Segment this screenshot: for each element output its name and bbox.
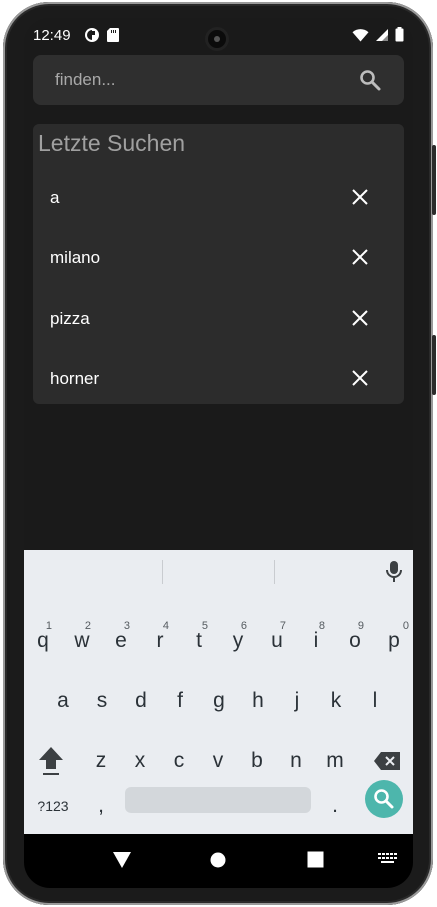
key-d[interactable]: d [122,676,160,726]
key-c[interactable]: c [160,736,198,786]
key-z[interactable]: z [82,736,120,786]
search-bar[interactable] [33,55,404,105]
suggestion-divider [274,560,275,584]
microphone-icon[interactable] [385,560,403,584]
suggestion-strip [24,550,413,592]
key-a[interactable]: a [44,676,82,726]
back-icon[interactable] [112,850,132,870]
backspace-icon [374,752,400,770]
key-n[interactable]: n [277,736,315,786]
navigation-bar [24,834,413,888]
key-b[interactable]: b [238,736,276,786]
sd-card-icon [107,28,119,42]
key-w[interactable]: w2 [63,616,101,666]
volume-button [432,335,436,395]
close-icon[interactable] [349,367,371,389]
key-v[interactable]: v [199,736,237,786]
recent-search-label[interactable]: a [50,188,59,208]
period-key[interactable]: . [320,790,350,822]
shift-key[interactable] [32,736,70,786]
recent-search-item[interactable]: horner [33,349,404,409]
recent-searches-title: Letzte Suchen [38,130,186,156]
key-k[interactable]: k [317,676,355,726]
keyboard-switch-icon[interactable] [378,853,398,867]
recent-search-item[interactable]: milano [33,228,404,288]
recents-icon[interactable] [307,851,324,868]
search-input[interactable] [53,69,337,91]
key-y[interactable]: y6 [219,616,257,666]
recent-search-label[interactable]: pizza [50,309,90,329]
key-o[interactable]: o9 [336,616,374,666]
search-action-button[interactable] [365,780,403,818]
key-u[interactable]: u7 [258,616,296,666]
key-x[interactable]: x [121,736,159,786]
key-p[interactable]: p0 [375,616,413,666]
front-camera [208,30,226,48]
close-icon[interactable] [349,186,371,208]
key-i[interactable]: i8 [297,616,335,666]
home-icon[interactable] [210,852,226,868]
comma-key[interactable]: , [86,790,116,822]
key-j[interactable]: j [278,676,316,726]
suggestion-divider [162,560,163,584]
close-icon[interactable] [349,307,371,329]
spacebar[interactable] [125,787,311,813]
key-f[interactable]: f [161,676,199,726]
status-time: 12:49 [33,27,71,44]
wifi-icon [352,28,369,41]
key-g[interactable]: g [200,676,238,726]
status-bar: 12:49 [24,18,413,52]
key-s[interactable]: s [83,676,121,726]
search-icon[interactable] [358,68,382,92]
key-q[interactable]: q1 [24,616,62,666]
on-screen-keyboard: q1 w2 e3 r4 t5 y6 u7 i8 o9 p0 a s d f g … [24,550,413,834]
key-h[interactable]: h [239,676,277,726]
power-button [432,145,436,215]
close-icon[interactable] [349,246,371,268]
battery-icon [395,27,404,42]
recent-search-label[interactable]: milano [50,248,100,268]
key-t[interactable]: t5 [180,616,218,666]
backspace-key[interactable] [367,736,407,786]
recent-search-label[interactable]: horner [50,369,99,389]
screen: 12:49 Letzte Suchen a milano pizza [24,18,413,888]
app-notification-icon [85,28,99,42]
key-l[interactable]: l [356,676,394,726]
key-e[interactable]: e3 [102,616,140,666]
recent-search-item[interactable]: pizza [33,289,404,349]
recent-searches-panel: Letzte Suchen a milano pizza horner [33,124,404,404]
key-r[interactable]: r4 [141,616,179,666]
cellular-signal-icon [376,28,388,41]
recent-search-item[interactable]: a [33,168,404,228]
shift-icon [39,747,63,775]
key-m[interactable]: m [316,736,354,786]
search-icon [374,789,394,809]
symbols-key[interactable]: ?123 [30,790,76,822]
